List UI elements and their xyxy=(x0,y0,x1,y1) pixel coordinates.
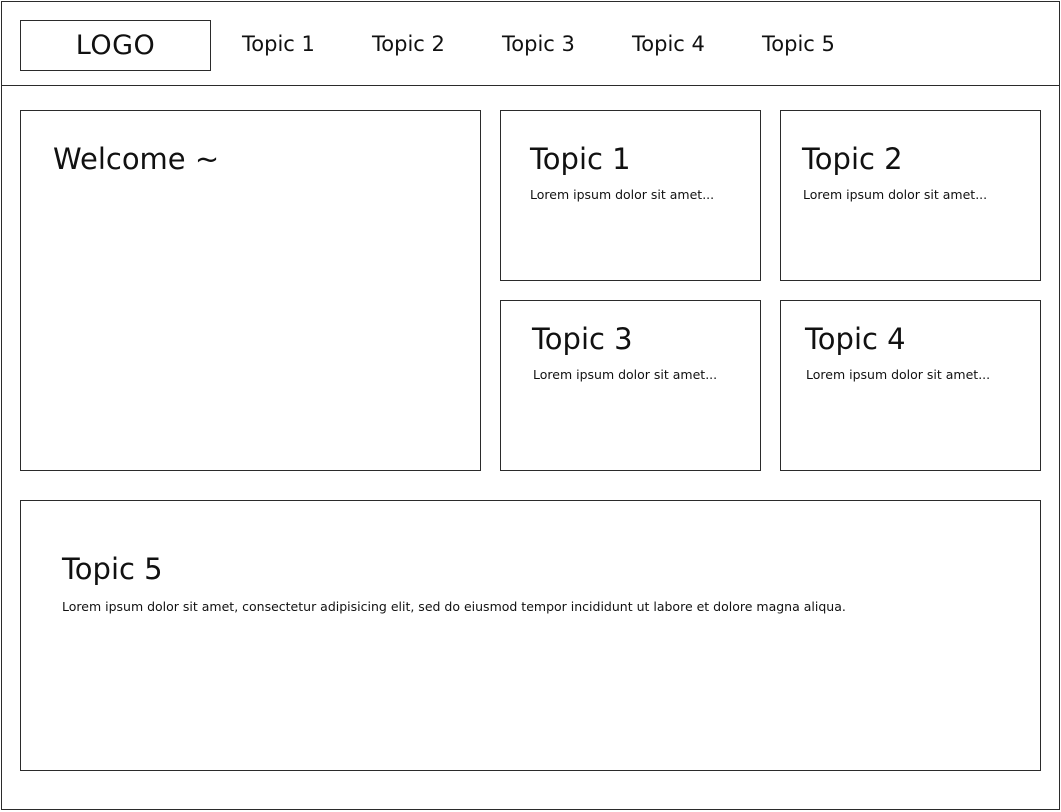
topic-1-text: Lorem ipsum dolor sit amet... xyxy=(530,187,715,202)
welcome-title: Welcome ~ xyxy=(53,142,220,176)
nav-topic-5[interactable]: Topic 5 xyxy=(762,30,835,58)
topic-3-title: Topic 3 xyxy=(532,322,633,356)
topic-3-card[interactable]: Topic 3 Lorem ipsum dolor sit amet... xyxy=(500,300,761,471)
topic-2-title: Topic 2 xyxy=(802,142,903,176)
topic-3-text: Lorem ipsum dolor sit amet... xyxy=(533,367,718,382)
welcome-panel: Welcome ~ xyxy=(20,110,481,471)
topic-2-card[interactable]: Topic 2 Lorem ipsum dolor sit amet... xyxy=(780,110,1041,281)
topic-2-text: Lorem ipsum dolor sit amet... xyxy=(803,187,988,202)
topic-1-card[interactable]: Topic 1 Lorem ipsum dolor sit amet... xyxy=(500,110,761,281)
topic-1-title: Topic 1 xyxy=(530,142,631,176)
topic-4-title: Topic 4 xyxy=(805,322,906,356)
topic-5-text: Lorem ipsum dolor sit amet, consectetur … xyxy=(62,599,846,614)
nav-topic-3[interactable]: Topic 3 xyxy=(502,30,575,58)
topic-4-card[interactable]: Topic 4 Lorem ipsum dolor sit amet... xyxy=(780,300,1041,471)
topic-5-feature-panel[interactable]: Topic 5 Lorem ipsum dolor sit amet, cons… xyxy=(20,500,1041,771)
nav-topic-4[interactable]: Topic 4 xyxy=(632,30,705,58)
nav-topic-1[interactable]: Topic 1 xyxy=(242,30,315,58)
topic-5-title: Topic 5 xyxy=(62,552,163,586)
logo[interactable]: LOGO xyxy=(20,20,211,71)
nav-topic-2[interactable]: Topic 2 xyxy=(372,30,445,58)
topic-4-text: Lorem ipsum dolor sit amet... xyxy=(806,367,991,382)
